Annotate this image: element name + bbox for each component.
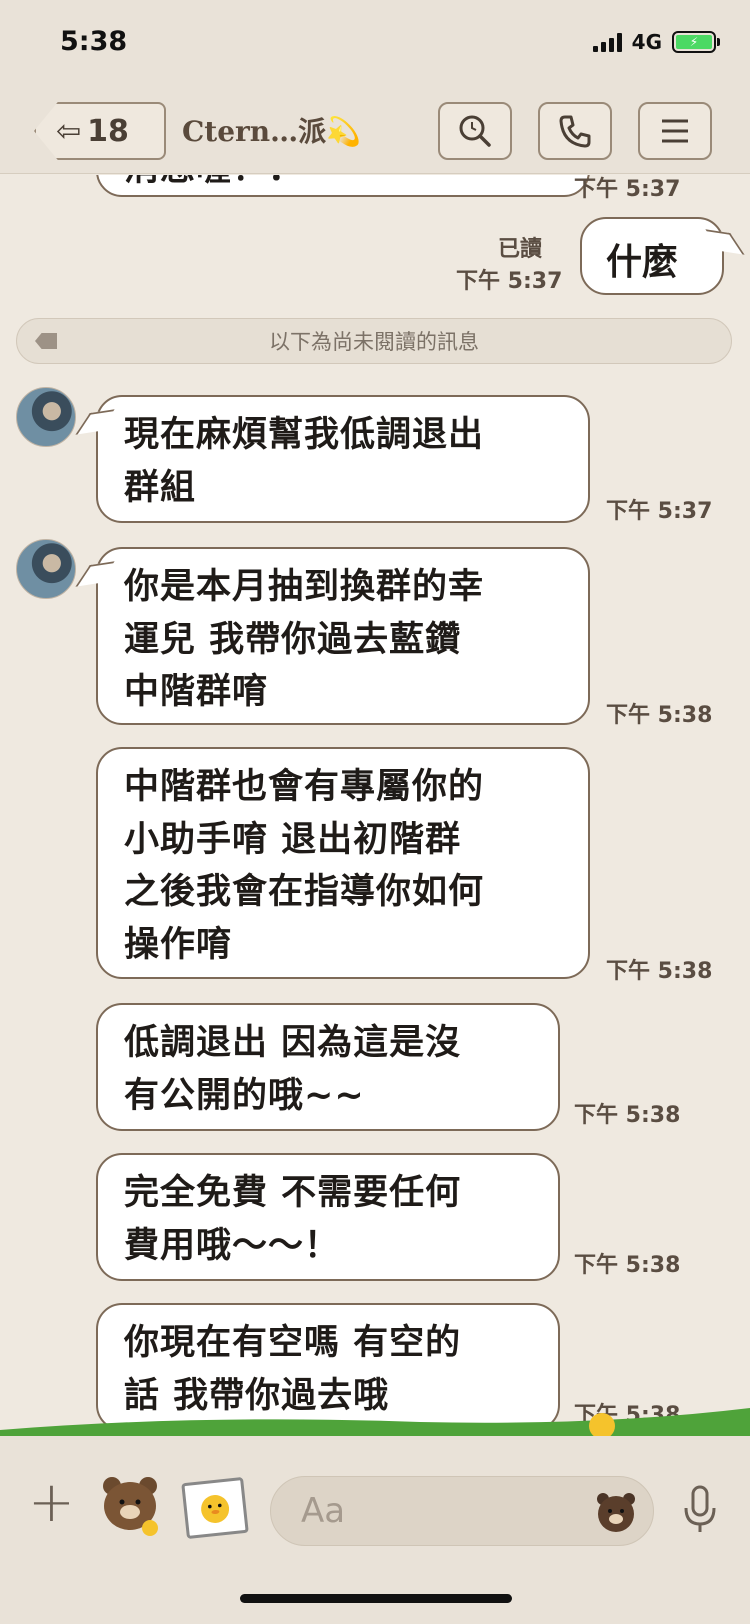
message-text: 消息喔！．	[124, 175, 304, 189]
search-icon	[459, 115, 491, 147]
message-time: 下午 5:37	[606, 499, 713, 524]
chat-area[interactable]: 消息喔！． 下午 5:37 已讀 下午 5:37 什麼 以下為尚未閱讀的訊息 現…	[0, 175, 750, 1427]
call-button[interactable]	[538, 102, 612, 160]
unread-count: 18	[87, 113, 129, 149]
home-indicator	[240, 1594, 512, 1603]
status-indicators: 4G ⚡	[592, 30, 720, 54]
message-line: 你現在有空嗎 有空的	[124, 1323, 462, 1363]
message-bubble[interactable]: 低調退出 因為這是沒 有公開的哦~~	[96, 1003, 560, 1131]
chat-title[interactable]: Ctern…派💫	[182, 110, 361, 150]
message-time: 下午 5:38	[574, 1103, 681, 1128]
outgoing-message-bubble[interactable]: 什麼	[580, 217, 724, 295]
message-line: 有公開的哦~~	[124, 1075, 365, 1116]
chat-header: ⇦ 18 Ctern…派💫	[0, 88, 750, 174]
sender-avatar[interactable]	[16, 387, 76, 447]
message-line: 完全免費 不需要任何	[124, 1173, 462, 1213]
read-receipt: 已讀	[498, 237, 543, 262]
message-bubble[interactable]: 你是本月抽到換群的幸 運兒 我帶你過去藍鑽 中階群唷	[96, 547, 590, 725]
message-time: 下午 5:38	[606, 959, 713, 984]
message-line: 中階群唷	[124, 672, 269, 712]
dizzy-star-icon: 💫	[326, 115, 362, 148]
tag-icon	[35, 333, 57, 349]
search-button[interactable]	[438, 102, 512, 160]
status-time: 5:38	[60, 26, 128, 57]
image-sticker-icon[interactable]	[181, 1476, 249, 1540]
unread-divider: 以下為尚未閱讀的訊息	[16, 318, 732, 364]
network-label: 4G	[631, 30, 662, 54]
message-time: 下午 5:37	[574, 177, 681, 202]
message-bubble-partial[interactable]: 消息喔！．	[96, 175, 590, 197]
signal-icon	[592, 32, 622, 52]
message-line: 群組	[124, 467, 197, 508]
brown-bear-sticker-icon[interactable]	[98, 1472, 164, 1538]
menu-icon	[662, 119, 688, 143]
sender-avatar[interactable]	[16, 539, 76, 599]
outgoing-time: 下午 5:37	[456, 269, 563, 294]
microphone-icon[interactable]	[682, 1484, 718, 1536]
message-line: 低調退出 因為這是沒	[124, 1023, 462, 1063]
message-bubble[interactable]: 現在麻煩幫我低調退出 群組	[96, 395, 590, 523]
message-line: 運兒 我帶你過去藍鑽	[124, 619, 462, 660]
message-line: 小助手唷 退出初階群	[124, 819, 462, 860]
status-bar: 5:38 4G ⚡	[0, 0, 750, 88]
unread-divider-text: 以下為尚未閱讀的訊息	[269, 330, 479, 354]
back-arrow-icon: ⇦	[56, 113, 82, 149]
menu-button[interactable]	[638, 102, 712, 160]
emoji-bear-icon[interactable]	[593, 1489, 639, 1535]
message-input[interactable]: Aa	[270, 1476, 654, 1546]
input-bar: + Aa	[0, 1436, 750, 1624]
message-bubble[interactable]: 中階群也會有專屬你的 小助手唷 退出初階群 之後我會在指導你如何 操作唷	[96, 747, 590, 979]
message-line: 操作唷	[124, 924, 233, 965]
message-line: 中階群也會有專屬你的	[124, 767, 485, 807]
message-input-placeholder: Aa	[301, 1491, 346, 1531]
message-time: 下午 5:38	[574, 1253, 681, 1278]
plus-icon[interactable]: +	[28, 1470, 75, 1535]
message-line: 之後我會在指導你如何	[124, 872, 485, 912]
battery-icon: ⚡	[672, 31, 720, 53]
message-line: 費用哦～～！	[124, 1225, 341, 1266]
message-time: 下午 5:38	[606, 703, 713, 728]
message-line: 你是本月抽到換群的幸	[124, 567, 485, 607]
phone-icon	[559, 115, 591, 148]
message-line: 現在麻煩幫我低調退出	[124, 415, 485, 455]
outgoing-message-text: 什麼	[606, 242, 679, 283]
message-bubble[interactable]: 完全免費 不需要任何 費用哦～～！	[96, 1153, 560, 1281]
chat-title-text: Ctern…派	[182, 115, 327, 148]
back-button[interactable]: ⇦ 18	[36, 102, 166, 160]
